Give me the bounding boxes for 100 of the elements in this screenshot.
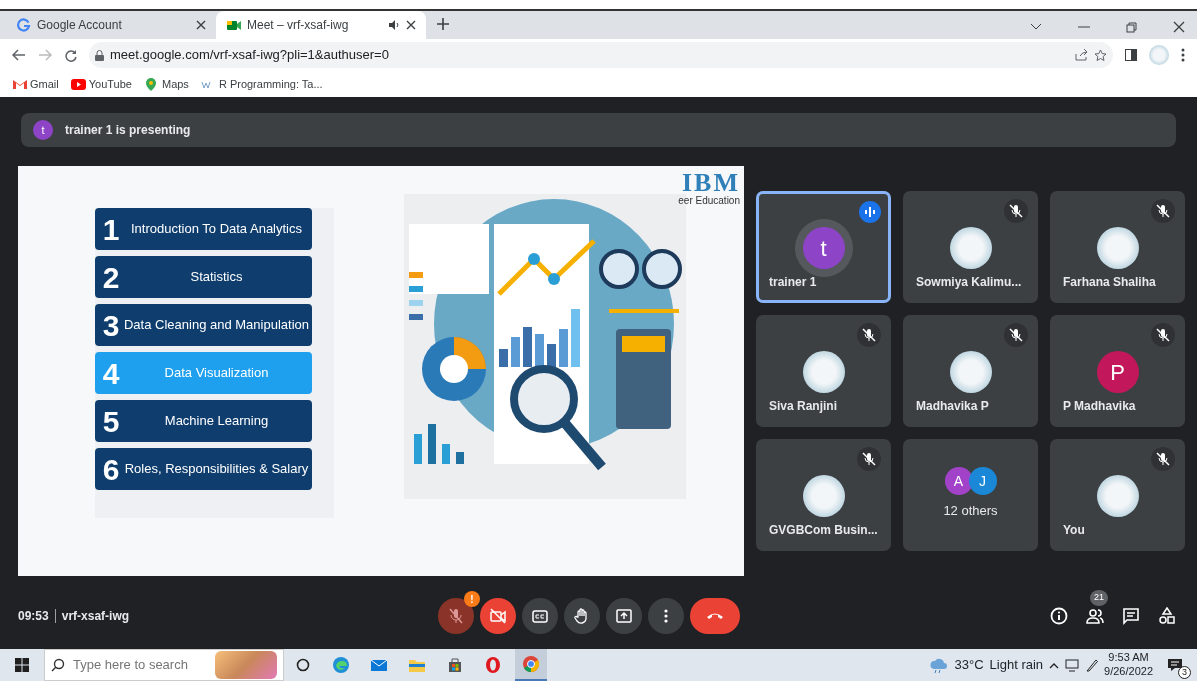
item-number: 1 <box>101 211 121 248</box>
item-number: 5 <box>101 403 121 440</box>
more-button[interactable] <box>648 598 684 634</box>
avatar-circle: J <box>968 467 997 495</box>
cloud-rain-icon <box>928 657 949 673</box>
search-box[interactable]: Type here to search <box>44 649 284 681</box>
restore-icon[interactable] <box>1126 21 1137 33</box>
avatar-photo-placeholder <box>802 351 845 393</box>
side-panel-icon[interactable] <box>1125 49 1137 61</box>
pen-icon[interactable] <box>1085 658 1099 672</box>
company-logo: IBM <box>681 170 740 196</box>
participant-name: Farhana Shaliha <box>1063 274 1156 291</box>
item-number: 6 <box>101 451 121 488</box>
close-icon[interactable] <box>406 20 416 30</box>
browser-tab[interactable]: Meet – vrf-xsaf-iwg <box>216 11 426 39</box>
opera-logo-icon <box>484 656 502 674</box>
chrome-logo-icon <box>522 655 540 673</box>
avatar-circle: P <box>1096 351 1139 393</box>
end-call-button[interactable] <box>690 598 740 634</box>
mic-button[interactable] <box>438 598 474 634</box>
url-text: meet.google.com/vrf-xsaf-iwg?pli=1&authuser=0 <box>110 46 390 65</box>
item-label: Roles, Responsibilities & Salary <box>124 460 309 479</box>
item-label: Data Cleaning and Manipulation <box>124 316 309 335</box>
bookmark-link[interactable]: Maps <box>143 75 189 93</box>
tab-title: Meet – vrf-xsaf-iwg <box>247 17 350 34</box>
camera-off-icon <box>489 607 507 625</box>
browser-tab[interactable]: Google Account <box>6 11 216 39</box>
close-icon[interactable] <box>1173 21 1185 33</box>
participant-name: GVGBCom Busin... <box>769 522 878 539</box>
temperature-text: 33°C <box>954 656 984 675</box>
clock-date: 9/26/2022 <box>1104 665 1153 679</box>
item-label: Statistics <box>189 268 244 287</box>
star-icon[interactable] <box>1094 48 1107 62</box>
chat-button[interactable] <box>1122 606 1140 626</box>
participant-name: P Madhavika <box>1063 398 1136 415</box>
avatar-photo-placeholder <box>949 227 992 269</box>
search-icon <box>51 658 65 672</box>
participant-name: Sowmiya Kalimu... <box>916 274 1022 291</box>
present-button[interactable] <box>606 598 642 634</box>
people-button[interactable] <box>1086 606 1104 626</box>
participant-name: You <box>1063 522 1085 539</box>
search-field[interactable]: Type here to search <box>71 654 209 676</box>
notification-icon <box>1167 657 1183 673</box>
avatar-circle: A <box>944 467 973 495</box>
participant-name: Madhavika P <box>916 398 989 415</box>
muted-mic-icon <box>447 607 465 625</box>
lock-icon <box>95 49 104 61</box>
browser-logo-icon <box>332 656 350 674</box>
hand-button[interactable] <box>564 598 600 634</box>
map-pin-icon <box>143 76 159 92</box>
presenting-text: trainer 1 is presenting <box>65 122 191 139</box>
google-logo-icon <box>16 17 31 33</box>
address-bar[interactable]: meet.google.com/vrf-xsaf-iwg?pli=1&authuser=0 <box>89 42 1113 68</box>
logo-caption: eer Education <box>678 196 740 206</box>
info-button[interactable] <box>1050 606 1068 626</box>
reload-icon[interactable] <box>64 48 77 62</box>
clock-time: 9:53 AM <box>1108 651 1149 665</box>
item-label: Machine Learning <box>163 412 270 431</box>
item-number: 3 <box>101 307 121 344</box>
count-badge: 21 <box>1090 589 1108 606</box>
more-icon <box>664 609 668 623</box>
close-icon[interactable] <box>196 20 206 30</box>
windows-logo-icon <box>15 658 29 672</box>
weather-text: Light rain <box>989 656 1044 675</box>
item-number: 2 <box>101 259 121 296</box>
new-tab-icon[interactable] <box>436 17 450 31</box>
play-logo-icon <box>70 76 86 92</box>
bookmark-link[interactable]: YouTube <box>70 75 132 93</box>
tab-search-icon[interactable] <box>1030 23 1042 31</box>
people-icon <box>1086 607 1104 626</box>
bookmark-link[interactable]: R Programming: Ta... <box>200 75 323 93</box>
avatar-photo-placeholder <box>1096 475 1139 517</box>
bookmark-link[interactable]: Gmail <box>12 75 59 93</box>
avatar-photo-placeholder <box>802 475 845 517</box>
shapes-icon <box>1158 607 1176 626</box>
notification-count: 3 <box>1178 666 1191 679</box>
warning-badge: ! <box>464 591 480 607</box>
others-count: 12 others <box>943 502 998 520</box>
participant-name: Siva Ranjini <box>769 398 838 415</box>
back-icon[interactable] <box>12 49 26 61</box>
participant-name: trainer 1 <box>769 274 817 291</box>
captions-button[interactable] <box>522 598 558 634</box>
store-bag-icon <box>446 656 464 674</box>
notifications-button[interactable]: 3 <box>1159 649 1191 681</box>
doodle-photo-placeholder <box>215 651 277 679</box>
more-icon[interactable] <box>1181 48 1185 62</box>
tab-title: Google Account <box>37 17 123 34</box>
circle-icon <box>294 656 312 674</box>
present-icon <box>615 607 633 625</box>
camera-button[interactable] <box>480 598 516 634</box>
share-icon[interactable] <box>1075 49 1088 61</box>
item-label: Introduction To Data Analytics <box>130 220 303 239</box>
chevron-up-icon[interactable] <box>1049 661 1060 669</box>
item-number: 4 <box>101 355 121 392</box>
activities-button[interactable] <box>1158 606 1176 626</box>
avatar-photo-placeholder <box>1096 227 1139 269</box>
network-icon[interactable] <box>1065 658 1080 672</box>
meeting-code: vrf-xsaf-iwg <box>61 608 130 625</box>
avatar-photo-placeholder <box>949 351 992 393</box>
chat-icon <box>1122 607 1140 626</box>
